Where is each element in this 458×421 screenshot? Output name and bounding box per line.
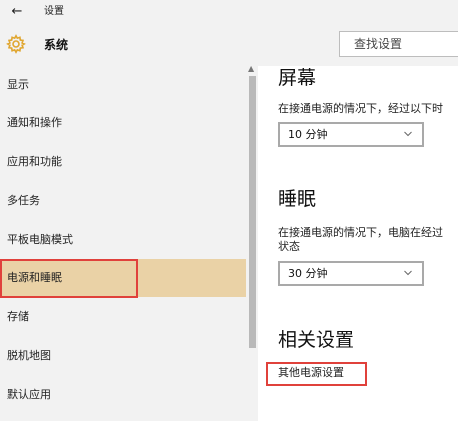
sidebar: 显示 通知和操作 应用和功能 多任务 平板电脑模式 电源和睡眠 存储 脱机地图 … (0, 66, 246, 421)
main-content: 屏幕 在接通电源的情况下，经过以下时 10 分钟 睡眠 在接通电源的情况下，电脑… (258, 66, 458, 421)
gear-icon (6, 34, 26, 54)
search-input[interactable]: 查找设置 (339, 31, 458, 57)
sidebar-item-offline-maps[interactable]: 脱机地图 (0, 337, 246, 375)
sidebar-item-multitasking[interactable]: 多任务 (0, 182, 246, 220)
sidebar-item-apps[interactable]: 应用和功能 (0, 143, 246, 181)
sleep-timeout-select[interactable]: 30 分钟 (278, 261, 424, 286)
screen-description: 在接通电源的情况下，经过以下时 (278, 102, 443, 115)
sleep-description-line1: 在接通电源的情况下，电脑在经过 (278, 226, 443, 239)
additional-power-settings-link[interactable]: 其他电源设置 (278, 366, 344, 380)
sleep-description-line2: 状态 (278, 240, 300, 253)
header: 系统 查找设置 (0, 24, 458, 66)
sidebar-item-default-apps[interactable]: 默认应用 (0, 376, 246, 414)
back-arrow-icon: ← (11, 4, 23, 19)
scroll-up-icon[interactable]: ▲ (248, 64, 254, 74)
related-settings-title: 相关设置 (278, 329, 355, 351)
page-title: 系统 (44, 38, 69, 52)
chevron-down-icon (404, 270, 412, 276)
sleep-timeout-value: 30 分钟 (288, 267, 328, 280)
sidebar-item-notifications[interactable]: 通知和操作 (0, 104, 246, 142)
sidebar-item-tablet-mode[interactable]: 平板电脑模式 (0, 221, 246, 259)
back-button[interactable]: ← (6, 2, 28, 22)
screen-section-title: 屏幕 (278, 67, 317, 89)
chevron-down-icon (404, 131, 412, 137)
screen-timeout-value: 10 分钟 (288, 128, 328, 141)
sidebar-item-storage[interactable]: 存储 (0, 298, 246, 336)
window-title: 设置 (44, 6, 64, 17)
sleep-section-title: 睡眠 (278, 188, 317, 210)
sidebar-item-display[interactable]: 显示 (0, 66, 246, 104)
sidebar-item-power-sleep[interactable]: 电源和睡眠 (0, 259, 246, 297)
scrollbar-thumb[interactable] (249, 76, 256, 348)
screen-timeout-select[interactable]: 10 分钟 (278, 122, 424, 147)
title-bar: ← 设置 (0, 0, 458, 24)
